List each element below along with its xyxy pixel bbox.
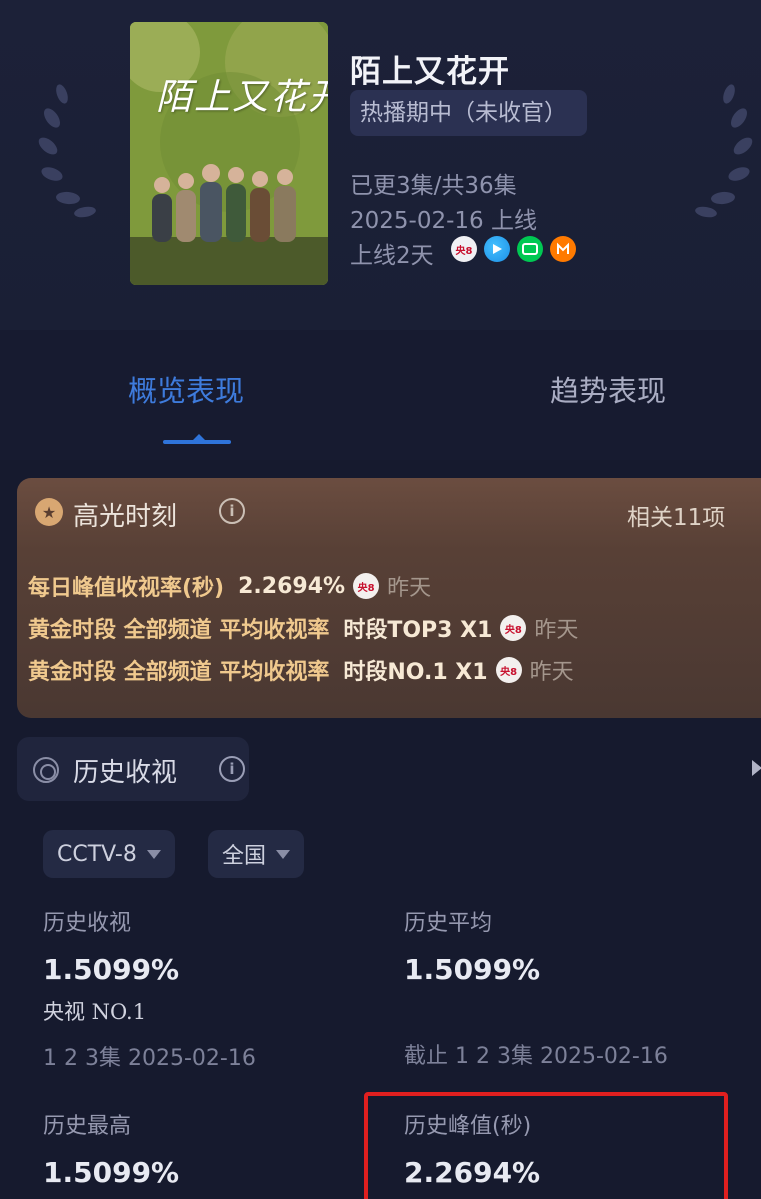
tencent-video-icon[interactable] (484, 236, 510, 262)
status-badge: 热播期中（未收官） (350, 90, 587, 136)
laurel-left-icon (30, 80, 100, 230)
cctv8-icon: 央8 (495, 657, 522, 683)
caret-down-icon (146, 849, 161, 859)
release-date: 2025-02-16 上线 (350, 208, 537, 234)
channel-select[interactable]: CCTV-8 (43, 830, 175, 878)
drama-header: 陌上又花开 陌上又花开 热播期中（未收官） 已更3集/共36集 2025-02-… (0, 0, 761, 330)
platform-icons: 央8 (451, 236, 576, 262)
laurel-right-icon (691, 80, 761, 230)
tab-trend[interactable]: 趋势表现 (550, 368, 666, 410)
region-select[interactable]: 全国 (208, 830, 305, 878)
cctv8-icon[interactable]: 央8 (451, 236, 477, 262)
chevron-right-icon[interactable] (752, 760, 761, 776)
drama-title: 陌上又花开 (350, 54, 510, 90)
drama-poster[interactable]: 陌上又花开 (130, 22, 328, 285)
stat-value: 1.5099% (43, 1156, 180, 1189)
highlight-title: 高光时刻 (73, 502, 178, 532)
target-icon (33, 757, 59, 783)
stat-value: 1.5099% (404, 953, 541, 986)
drama-ratings-page: 陌上又花开 陌上又花开 热播期中（未收官） 已更3集/共36集 2025-02-… (0, 0, 761, 1199)
caret-down-icon (276, 849, 291, 859)
poster-title-text: 陌上又花开 (156, 77, 328, 118)
stat-value: 1.5099% (43, 953, 180, 986)
stat-history-average: 历史平均 1.5099% 截止 1 2 3集 2025-02-16 (404, 905, 668, 1070)
episode-count: 已更3集/共36集 (350, 173, 517, 199)
stat-footnote: 1 2 3集 2025-02-16 (43, 1046, 256, 1071)
highlight-time: 昨天 (387, 576, 432, 601)
highlight-value: 时段NO.1 X1 (343, 660, 488, 685)
mgtv-icon[interactable] (550, 236, 576, 262)
highlight-label: 黄金时段 全部频道 平均收视率 (28, 618, 330, 643)
highlight-value: 时段TOP3 X1 (343, 618, 493, 643)
cctv8-icon: 央8 (500, 615, 527, 641)
highlight-row[interactable]: 每日峰值收视率(秒) 2.2694% 央8 昨天 (28, 568, 431, 604)
region-select-value: 全国 (222, 844, 267, 869)
star-badge-icon: ★ (35, 498, 63, 526)
tab-bar: 概览表现 趋势表现 (0, 330, 761, 460)
highlight-label: 黄金时段 全部频道 平均收视率 (28, 660, 330, 685)
info-icon[interactable]: i (219, 498, 245, 524)
online-days: 上线2天 (350, 243, 434, 269)
highlight-row[interactable]: 黄金时段 全部频道 平均收视率 时段NO.1 X1 央8 昨天 (28, 652, 574, 688)
poster-image (130, 22, 328, 285)
stat-label: 历史收视 (43, 911, 132, 936)
stat-label: 历史平均 (404, 911, 493, 936)
stat-footnote: 截止 1 2 3集 2025-02-16 (404, 1044, 668, 1069)
iqiyi-icon[interactable] (517, 236, 543, 262)
highlight-time: 昨天 (529, 660, 574, 685)
cctv8-icon: 央8 (353, 573, 380, 599)
stat-history-rating: 历史收视 1.5099% 央视 NO.1 1 2 3集 2025-02-16 (43, 905, 256, 1072)
history-title: 历史收视 (73, 758, 178, 788)
tab-overview[interactable]: 概览表现 (128, 368, 244, 410)
history-section-header[interactable]: 历史收视 i (17, 737, 249, 801)
highlight-label: 每日峰值收视率(秒) (28, 576, 225, 601)
stat-rank: 央视 NO.1 (43, 1000, 147, 1024)
annotation-highlight-box (364, 1092, 728, 1199)
highlight-value: 2.2694% (238, 573, 346, 599)
info-icon[interactable]: i (219, 756, 245, 782)
channel-select-value: CCTV-8 (57, 841, 137, 867)
related-count-link[interactable]: 相关11项 (627, 498, 725, 532)
highlight-header[interactable]: ★ 高光时刻 i 相关11项 (17, 478, 761, 546)
highlight-time: 昨天 (534, 618, 579, 643)
stat-history-highest: 历史最高 1.5099% (43, 1108, 179, 1189)
highlight-row[interactable]: 黄金时段 全部频道 平均收视率 时段TOP3 X1 央8 昨天 (28, 610, 578, 646)
active-tab-indicator (163, 434, 231, 444)
stat-label: 历史最高 (43, 1114, 132, 1139)
